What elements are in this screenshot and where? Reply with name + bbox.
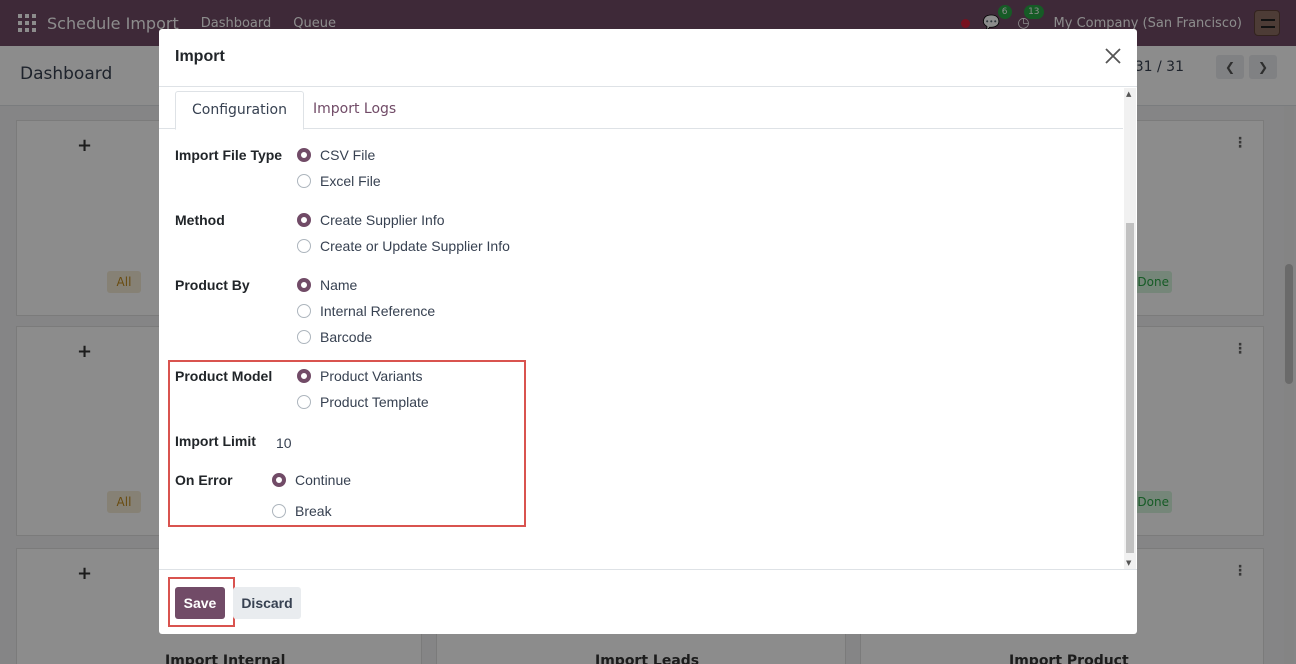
radio-continue[interactable]: Continue	[272, 472, 351, 488]
radio-label: Product Variants	[320, 368, 423, 384]
radio-create-supplier-info[interactable]: Create Supplier Info	[297, 212, 445, 228]
radio-unchecked-icon[interactable]	[297, 395, 311, 409]
product-model-label: Product Model	[175, 368, 273, 384]
radio-barcode[interactable]: Barcode	[297, 329, 372, 345]
radio-label: Break	[295, 503, 332, 519]
modal-body: Configuration Import Logs ▲ ▼ Import Fil…	[159, 88, 1137, 569]
modal-title: Import	[175, 48, 225, 65]
radio-checked-icon[interactable]	[297, 148, 311, 162]
product-by-label: Product By	[175, 277, 250, 293]
modal-footer: Save Discard	[159, 569, 1137, 634]
radio-checked-icon[interactable]	[297, 278, 311, 292]
scroll-down-icon[interactable]: ▼	[1126, 559, 1131, 567]
save-button[interactable]: Save	[175, 587, 225, 619]
import-dialog: Import Configuration Import Logs ▲ ▼ Imp…	[159, 29, 1137, 634]
tab-import-logs[interactable]: Import Logs	[297, 91, 412, 130]
radio-product-template[interactable]: Product Template	[297, 394, 429, 410]
radio-checked-icon[interactable]	[297, 213, 311, 227]
radio-label: Create Supplier Info	[320, 212, 445, 228]
radio-break[interactable]: Break	[272, 503, 332, 519]
modal-scrollbar[interactable]: ▲ ▼	[1124, 88, 1136, 569]
radio-label: Continue	[295, 472, 352, 488]
radio-label: Barcode	[320, 329, 373, 345]
radio-label: Name	[320, 277, 358, 293]
radio-unchecked-icon[interactable]	[297, 330, 311, 344]
radio-unchecked-icon[interactable]	[297, 304, 311, 318]
radio-label: Create or Update Supplier Info	[320, 238, 510, 254]
radio-excel-file[interactable]: Excel File	[297, 173, 381, 189]
scroll-up-icon[interactable]: ▲	[1126, 90, 1131, 98]
import-limit-input[interactable]: 10	[276, 435, 292, 451]
tab-configuration[interactable]: Configuration	[175, 91, 304, 130]
radio-product-variants[interactable]: Product Variants	[297, 368, 422, 384]
import-limit-label: Import Limit	[175, 433, 256, 449]
radio-create-or-update-supplier-info[interactable]: Create or Update Supplier Info	[297, 238, 510, 254]
radio-unchecked-icon[interactable]	[272, 504, 286, 518]
close-icon[interactable]	[1102, 45, 1124, 67]
radio-internal-reference[interactable]: Internal Reference	[297, 303, 435, 319]
radio-checked-icon[interactable]	[297, 369, 311, 383]
radio-label: Excel File	[320, 173, 381, 189]
discard-button[interactable]: Discard	[233, 587, 301, 619]
radio-unchecked-icon[interactable]	[297, 239, 311, 253]
import-file-type-label: Import File Type	[175, 147, 283, 163]
radio-label: Internal Reference	[320, 303, 436, 319]
radio-checked-icon[interactable]	[272, 473, 286, 487]
radio-csv-file[interactable]: CSV File	[297, 147, 375, 163]
method-label: Method	[175, 212, 225, 228]
radio-label: CSV File	[320, 147, 376, 163]
radio-name[interactable]: Name	[297, 277, 357, 293]
radio-label: Product Template	[320, 394, 429, 410]
on-error-label: On Error	[175, 472, 233, 488]
modal-scrollbar-thumb[interactable]	[1126, 223, 1134, 553]
modal-header: Import	[159, 29, 1137, 87]
tab-bar: Configuration Import Logs	[159, 88, 1123, 130]
radio-unchecked-icon[interactable]	[297, 174, 311, 188]
